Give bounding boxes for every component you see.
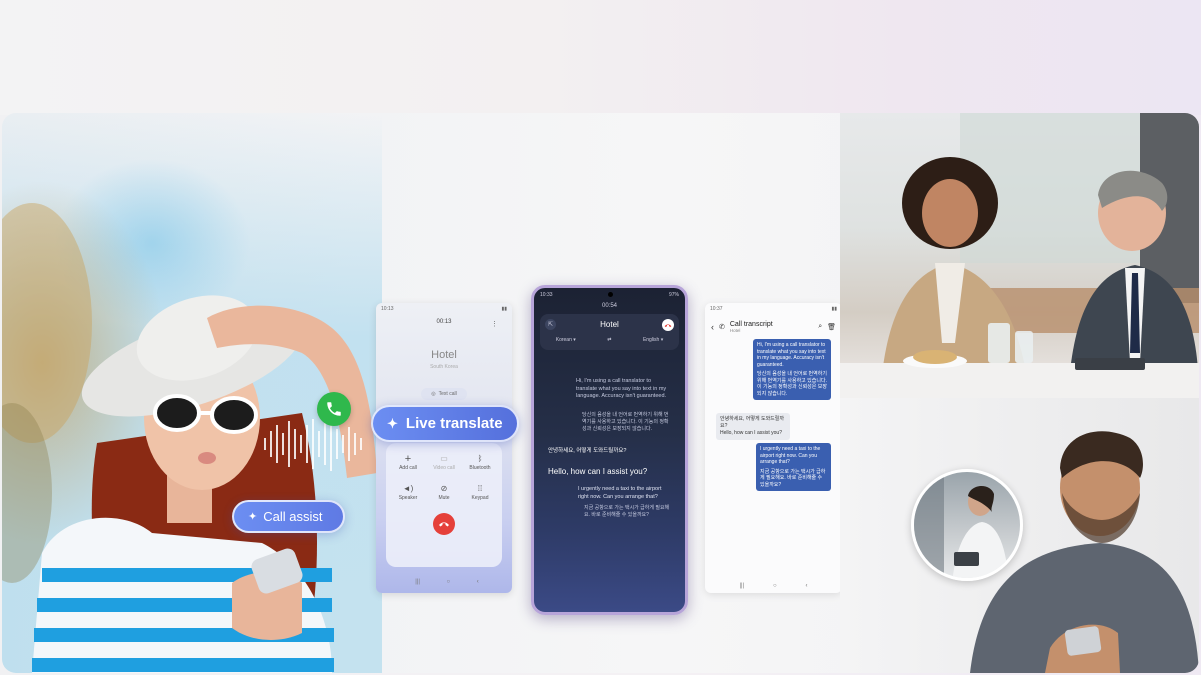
- transcript-header: ‹ ✆ Call transcript Hotel ⌕ 🗑: [705, 315, 842, 333]
- transcript-message-1: Hi, I'm using a call translator to trans…: [753, 339, 831, 400]
- translated-message-2-korean: 안녕하세요, 어떻게 도와드릴까요?: [548, 448, 627, 454]
- status-time: 10:13: [381, 306, 394, 312]
- transcript-status-time: 10:37: [710, 306, 723, 312]
- center-status-battery: 97%: [668, 292, 679, 298]
- call-timer-value: 00:13: [436, 319, 452, 325]
- plus-icon: +: [404, 453, 412, 465]
- end-call-button[interactable]: [433, 513, 455, 535]
- live-translate-badge: ✦ Live translate: [371, 405, 519, 442]
- add-call-button[interactable]: + Add call: [390, 453, 426, 471]
- transcript-message-1-text: Hi, I'm using a call translator to trans…: [757, 342, 826, 368]
- transcript-message-1-korean: 당신의 음성을 내 언어로 번역하기 위해 번역기를 사용하고 있습니다. 이 …: [757, 371, 827, 397]
- bluetooth-icon: ᛒ: [477, 454, 483, 463]
- text-call-icon: ◎: [431, 391, 436, 397]
- transcript-back-icon[interactable]: ‹: [806, 583, 808, 589]
- recents-icon[interactable]: |||: [415, 579, 420, 585]
- language-selector-row: Korean ▾ ⇄ English ▾: [540, 337, 679, 343]
- camera-hole-icon: [608, 292, 614, 297]
- nav-bar-left: ||| ○ ‹: [402, 579, 492, 585]
- status-bar: 10:13 ▮▮: [376, 303, 512, 315]
- speaker-button[interactable]: ◄) Speaker: [390, 483, 426, 501]
- translated-message-1-korean: 당신의 음성을 내 언어로 번역하기 위해 번역기를 사용하고 있습니다. 이 …: [582, 412, 669, 432]
- text-call-label: Text call: [438, 391, 457, 397]
- bluetooth-button[interactable]: ᛒ Bluetooth: [462, 453, 498, 471]
- sparkle-icon: ✦: [387, 415, 398, 431]
- contact-location: South Korea: [430, 364, 458, 370]
- call-controls-card: + Add call ▭ Video call ᛒ Bluetooth ◄) S…: [386, 443, 502, 567]
- more-options-icon[interactable]: ⋮: [491, 320, 498, 328]
- center-contact-name: Hotel: [600, 320, 619, 329]
- source-language-selector[interactable]: Korean ▾: [556, 337, 576, 343]
- back-icon[interactable]: ‹: [477, 579, 479, 585]
- mute-button[interactable]: ⊘ Mute: [426, 483, 462, 501]
- transcript-message-2b: Hello, how can I assist you?: [716, 427, 790, 440]
- translate-header-card: ⇱ Hotel Korean ▾ ⇄ English ▾: [540, 314, 679, 350]
- hero-stage: 10:13 ▮▮ 00:13 ⋮ Hotel South Korea ◎ Tex…: [2, 113, 1199, 673]
- transcript-message-3-text: I urgently need a taxi to the airport ri…: [760, 446, 821, 465]
- transcript-message-2-text: Hello, how can I assist you?: [720, 430, 782, 436]
- keypad-label: Keypad: [471, 495, 489, 501]
- mute-icon: ⊘: [440, 484, 448, 493]
- add-call-label: Add call: [399, 465, 417, 471]
- center-status-bar: 10:33 97%: [534, 288, 685, 298]
- center-phone: 10:33 97% 00:54 ⇱ Hotel Korean ▾ ⇄ Engli…: [531, 285, 688, 615]
- phone-app-icon: [317, 392, 351, 426]
- transcript-subtitle: Hotel: [729, 328, 741, 333]
- battery-icon: ▮▮: [501, 306, 507, 312]
- translated-message-3-korean: 지금 공항으로 가는 택시가 급하게 필요해요. 바로 준비해줄 수 있을까요?: [584, 505, 670, 518]
- delete-icon[interactable]: 🗑: [827, 323, 836, 331]
- source-language-label: Korean: [555, 337, 572, 343]
- keypad-button[interactable]: ⁞⁞ Keypad: [462, 483, 498, 501]
- target-language-label: English: [642, 337, 660, 343]
- meeting-illustration: [840, 113, 1199, 398]
- search-icon[interactable]: ⌕: [818, 323, 822, 331]
- live-translate-label: Live translate: [405, 415, 503, 432]
- video-call-label: Video call: [433, 465, 455, 471]
- transcript-title: Call transcript: [729, 321, 773, 328]
- translated-message-2: Hello, how can I assist you?: [548, 467, 648, 476]
- center-status-time: 10:33: [540, 292, 553, 298]
- transcript-message-3-korean: 지금 공항으로 가는 택시가 급하게 필요해요. 바로 준비해줄 수 있을까요?: [760, 468, 826, 488]
- speaker-icon: ◄): [402, 484, 414, 493]
- top-band: [0, 0, 1201, 115]
- center-end-call-button[interactable]: [662, 319, 674, 331]
- call-assist-badge: ✦ Call assist: [232, 500, 345, 533]
- bluetooth-label: Bluetooth: [469, 465, 491, 471]
- mute-label: Mute: [438, 495, 450, 501]
- call-assist-sparkle-icon: ✦: [248, 511, 258, 523]
- transcript-home-icon[interactable]: ○: [773, 583, 777, 589]
- end-call-icon: [439, 522, 449, 527]
- keypad-icon: ⁞⁞: [477, 484, 483, 493]
- home-icon[interactable]: ○: [447, 579, 451, 585]
- translated-message-1: Hi, I'm using a call translator to trans…: [576, 378, 667, 399]
- video-call-button[interactable]: ▭ Video call: [426, 453, 462, 471]
- center-end-call-icon: [664, 323, 672, 327]
- woman-office-inset-photo: [911, 469, 1023, 581]
- business-meeting-photo: [840, 113, 1199, 398]
- target-language-selector[interactable]: English ▾: [643, 337, 663, 343]
- swap-languages-icon[interactable]: ⇄: [607, 337, 611, 343]
- video-icon: ▭: [440, 454, 448, 463]
- transcript-status-bar: 10:37 ▮▮: [705, 303, 842, 315]
- center-call-timer-value: 00:54: [601, 303, 617, 309]
- call-transcript-screen: 10:37 ▮▮ ‹ ✆ Call transcript Hotel ⌕ 🗑 H…: [705, 303, 842, 593]
- transcript-nav-bar: ||| ○ ‹: [725, 583, 822, 589]
- back-arrow-icon[interactable]: ‹: [711, 322, 714, 332]
- contact-name: Hotel: [431, 349, 457, 361]
- phone-handset-icon: [327, 402, 341, 416]
- text-call-button[interactable]: ◎ Text call: [421, 388, 467, 400]
- transcript-battery-icon: ▮▮: [831, 306, 837, 312]
- center-call-timer: 00:54: [534, 303, 685, 309]
- translated-message-3: I urgently need a taxi to the airport ri…: [578, 486, 662, 500]
- speaker-label: Speaker: [398, 495, 418, 501]
- call-assist-label: Call assist: [263, 509, 323, 524]
- transcript-message-3: I urgently need a taxi to the airport ri…: [756, 443, 831, 491]
- transcript-recents-icon[interactable]: |||: [739, 583, 744, 589]
- call-icon: ✆: [719, 324, 725, 331]
